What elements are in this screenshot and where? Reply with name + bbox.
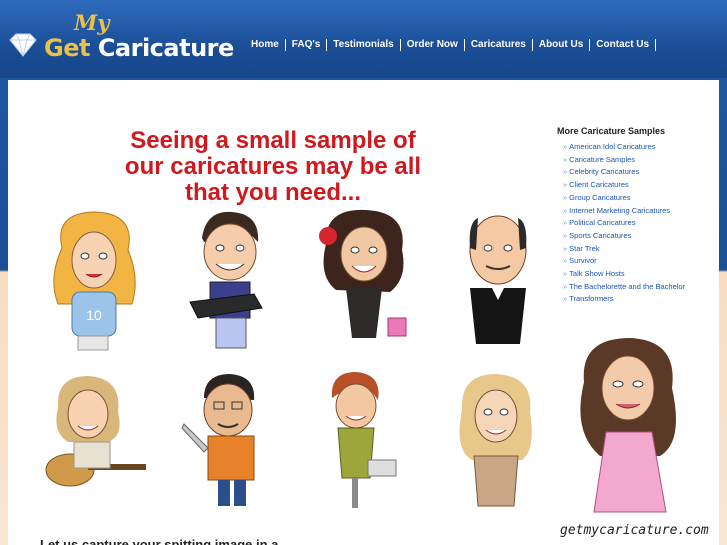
sidebar-item-label: Group Caricatures xyxy=(569,192,631,202)
bullet-icon: » xyxy=(563,269,568,279)
bullet-icon: » xyxy=(563,281,568,291)
nav-contact-us[interactable]: Contact Us xyxy=(590,39,657,51)
sidebar-item-survivor[interactable]: » Survivor xyxy=(563,255,717,268)
caricature-woman-at-laptop xyxy=(331,372,397,508)
sidebar-item-transformers[interactable]: » Transformers xyxy=(563,293,717,306)
caricature-bald-man xyxy=(469,215,527,344)
sidebar-item-client[interactable]: » Client Caricatures xyxy=(563,179,717,192)
sidebar-item-label: Sports Caricatures xyxy=(569,230,632,240)
logo-my-text: My xyxy=(74,10,110,35)
sidebar-item-label: Caricature Samples xyxy=(569,154,636,164)
bullet-icon: » xyxy=(563,256,568,266)
site-watermark: getmycaricature.com xyxy=(560,523,709,538)
bullet-icon: » xyxy=(563,230,568,240)
main-content: Seeing a small sample of our caricatures… xyxy=(8,80,719,545)
sidebar-item-label: Survivor xyxy=(569,256,597,266)
sidebar-item-sports[interactable]: » Sports Caricatures xyxy=(563,230,717,243)
caricature-man-with-knife xyxy=(181,374,255,506)
sidebar-samples: More Caricature Samples » American Idol C… xyxy=(557,126,717,306)
bullet-icon: » xyxy=(563,180,568,190)
nav-order-now[interactable]: Order Now xyxy=(401,39,465,51)
bullet-icon: » xyxy=(563,154,568,164)
nav-home[interactable]: Home xyxy=(245,39,286,51)
nav-about-us[interactable]: About Us xyxy=(533,39,591,51)
bullet-icon: » xyxy=(563,243,568,253)
logo-wordmark: Get Caricature xyxy=(44,34,234,62)
sidebar-item-label: Transformers xyxy=(569,294,614,304)
site-logo[interactable]: My Get Caricature xyxy=(4,8,234,70)
bullet-icon: » xyxy=(563,167,568,177)
caricature-blonde-actress xyxy=(459,374,532,507)
site-header: My Get Caricature Home FAQ's Testimonial… xyxy=(0,0,727,78)
bullet-icon: » xyxy=(563,142,568,151)
sidebar-item-group[interactable]: » Group Caricatures xyxy=(563,192,717,205)
caricature-pink-dress-woman xyxy=(580,338,676,513)
page-headline: Seeing a small sample of our caricatures… xyxy=(124,127,422,206)
sidebar-item-label: American Idol Caricatures xyxy=(569,142,656,151)
sidebar-item-caricature-samples[interactable]: » Caricature Samples xyxy=(563,154,717,167)
bullet-icon: » xyxy=(563,218,568,228)
intro-tagline: Let us capture your spitting image in a xyxy=(40,537,279,545)
caricature-woman-with-flower xyxy=(319,209,407,338)
sidebar-title: More Caricature Samples xyxy=(557,126,666,136)
nav-caricatures[interactable]: Caricatures xyxy=(465,39,533,51)
diamond-icon xyxy=(9,33,37,57)
sidebar-item-political[interactable]: » Political Caricatures xyxy=(563,217,717,230)
sidebar-item-label: Talk Show Hosts xyxy=(569,269,625,279)
sidebar-item-bachelorette[interactable]: » The Bachelorette and the Bachelor xyxy=(563,281,717,294)
sidebar-item-label: Client Caricatures xyxy=(569,180,629,190)
sidebar-item-label: Celebrity Caricatures xyxy=(569,167,640,177)
bullet-icon: » xyxy=(563,192,568,202)
caricature-blonde-woman: 10 xyxy=(53,211,136,351)
bullet-icon: » xyxy=(563,205,568,215)
sidebar-item-star-trek[interactable]: » Star Trek xyxy=(563,243,717,256)
sidebar-links: » American Idol Caricatures » Caricature S… xyxy=(557,141,717,306)
sidebar-item-label: Political Caricatures xyxy=(569,218,636,228)
nav-faqs[interactable]: FAQ's xyxy=(286,39,328,51)
bullet-icon: » xyxy=(563,294,568,304)
caricature-guitar-girl xyxy=(45,376,146,487)
main-nav: Home FAQ's Testimonials Order Now Carica… xyxy=(245,39,657,51)
nav-testimonials[interactable]: Testimonials xyxy=(327,39,401,51)
sidebar-item-label: Internet Marketing Caricatures xyxy=(569,205,671,215)
svg-text:10: 10 xyxy=(86,307,102,323)
caricature-guitarist xyxy=(189,211,263,349)
sidebar-item-label: Star Trek xyxy=(569,243,600,253)
logo-caricature-text: Caricature xyxy=(97,34,234,62)
sidebar-item-internet-marketing[interactable]: » Internet Marketing Caricatures xyxy=(563,205,717,218)
sidebar-item-label: The Bachelorette and the Bachelor xyxy=(569,281,686,291)
sidebar-item-celebrity[interactable]: » Celebrity Caricatures xyxy=(563,166,717,179)
sidebar-item-american-idol[interactable]: » American Idol Caricatures xyxy=(563,141,717,154)
sidebar-item-talk-show-hosts[interactable]: » Talk Show Hosts xyxy=(563,268,717,281)
logo-get-text: Get xyxy=(44,34,90,62)
